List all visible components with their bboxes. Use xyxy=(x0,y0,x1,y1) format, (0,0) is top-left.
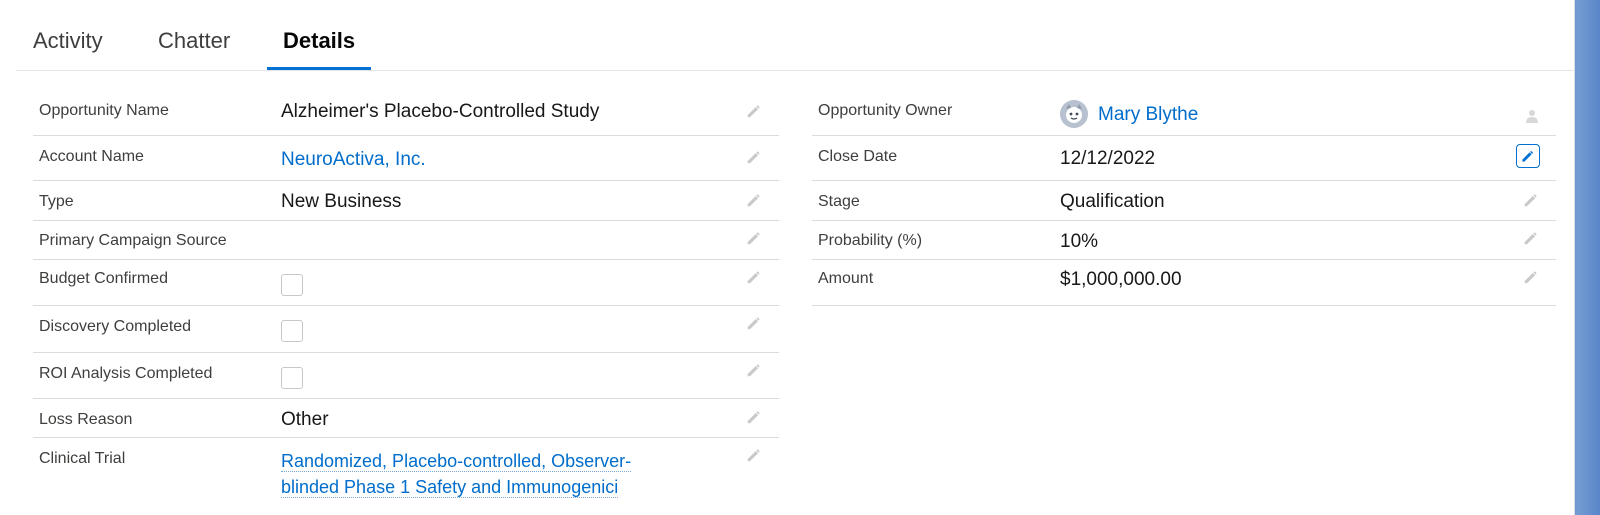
field-label: Loss Reason xyxy=(39,411,133,428)
discovery-completed-checkbox[interactable] xyxy=(281,320,303,342)
field-label: Stage xyxy=(818,193,860,210)
pencil-icon[interactable] xyxy=(745,229,763,247)
field-label: Opportunity Name xyxy=(39,102,169,119)
pencil-icon[interactable] xyxy=(1516,144,1540,168)
field-clinical-trial: Clinical Trial Randomized, Placebo-contr… xyxy=(33,438,779,508)
field-value: 10% xyxy=(1060,231,1099,252)
field-label: ROI Analysis Completed xyxy=(39,365,213,382)
details-card: Activity Chatter Details Opportunity Nam… xyxy=(0,0,1575,515)
pencil-icon[interactable] xyxy=(745,408,763,426)
account-link[interactable]: NeuroActiva, Inc. xyxy=(281,149,426,171)
field-value: $1,000,000.00 xyxy=(1060,269,1182,290)
field-value: Other xyxy=(281,409,329,430)
clinical-trial-link[interactable]: Randomized, Placebo-controlled, Observer… xyxy=(281,448,681,500)
tab-bar: Activity Chatter Details xyxy=(16,0,1574,71)
tab-details[interactable]: Details xyxy=(267,28,372,70)
field-label: Account Name xyxy=(39,148,144,165)
field-label: Budget Confirmed xyxy=(39,270,168,287)
field-value: New Business xyxy=(281,191,402,212)
field-primary-campaign-source: Primary Campaign Source xyxy=(33,221,779,260)
field-label: Close Date xyxy=(818,148,898,165)
pencil-icon[interactable] xyxy=(745,446,763,464)
pencil-icon[interactable] xyxy=(1522,191,1540,209)
field-type: Type New Business xyxy=(33,181,779,221)
details-left-column: Opportunity Name Alzheimer's Placebo-Con… xyxy=(33,90,779,508)
field-label: Amount xyxy=(818,270,874,287)
field-opportunity-name: Opportunity Name Alzheimer's Placebo-Con… xyxy=(33,90,779,136)
field-label: Clinical Trial xyxy=(39,450,126,467)
field-budget-confirmed: Budget Confirmed xyxy=(33,260,779,306)
field-value: Qualification xyxy=(1060,191,1165,212)
field-label: Probability (%) xyxy=(818,232,923,249)
pencil-icon[interactable] xyxy=(745,191,763,209)
field-label: Discovery Completed xyxy=(39,318,192,335)
field-close-date: Close Date 12/12/2022 xyxy=(812,136,1556,181)
field-stage: Stage Qualification xyxy=(812,181,1556,221)
page-background: Activity Chatter Details Opportunity Nam… xyxy=(0,0,1600,515)
field-value: Alzheimer's Placebo-Controlled Study xyxy=(281,101,600,122)
pencil-icon[interactable] xyxy=(745,361,763,379)
budget-confirmed-checkbox[interactable] xyxy=(281,274,303,296)
field-roi-analysis-completed: ROI Analysis Completed xyxy=(33,353,779,399)
tab-activity[interactable]: Activity xyxy=(33,28,103,70)
tab-chatter[interactable]: Chatter xyxy=(158,28,230,70)
pencil-icon[interactable] xyxy=(745,268,763,286)
pencil-icon[interactable] xyxy=(745,102,763,120)
avatar-icon[interactable] xyxy=(1060,100,1088,128)
field-label: Type xyxy=(39,193,74,210)
pencil-icon[interactable] xyxy=(1522,229,1540,247)
pencil-icon[interactable] xyxy=(745,314,763,332)
field-discovery-completed: Discovery Completed xyxy=(33,306,779,353)
pencil-icon[interactable] xyxy=(1522,268,1540,286)
field-account-name: Account Name NeuroActiva, Inc. xyxy=(33,136,779,181)
owner-link[interactable]: Mary Blythe xyxy=(1098,104,1198,126)
field-loss-reason: Loss Reason Other xyxy=(33,399,779,438)
clinical-trial-line-2: blinded Phase 1 Safety and Immunogenici xyxy=(281,477,619,498)
field-amount: Amount $1,000,000.00 xyxy=(812,260,1556,306)
details-right-column: Opportunity Owner Mary Blythe Close Date… xyxy=(812,90,1556,306)
field-probability: Probability (%) 10% xyxy=(812,221,1556,260)
clinical-trial-line-1: Randomized, Placebo-controlled, Observer… xyxy=(281,451,632,472)
pencil-icon[interactable] xyxy=(745,148,763,166)
field-label: Primary Campaign Source xyxy=(39,232,227,249)
field-value: 12/12/2022 xyxy=(1060,148,1156,169)
field-label: Opportunity Owner xyxy=(818,102,953,119)
field-opportunity-owner: Opportunity Owner Mary Blythe xyxy=(812,90,1556,136)
change-owner-icon[interactable] xyxy=(1524,108,1540,124)
roi-analysis-completed-checkbox[interactable] xyxy=(281,367,303,389)
